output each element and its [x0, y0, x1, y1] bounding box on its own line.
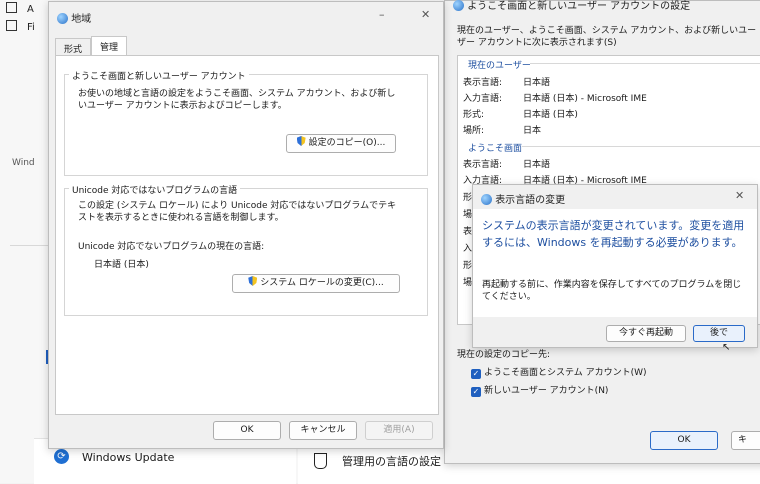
- welcome-group-title: ようこそ画面と新しいユーザー アカウント: [69, 69, 249, 82]
- uac-shield-icon: [296, 136, 306, 146]
- later-button[interactable]: 後で: [693, 325, 745, 342]
- divider: [10, 245, 48, 246]
- welcome-intro: 現在のユーザー、ようこそ画面、システム アカウント、および新しいユーザー アカウ…: [457, 26, 757, 48]
- main-message: システムの表示言語が変更されています。変更を適用するには、Windows を再起…: [482, 219, 745, 249]
- partial-label: 入: [463, 244, 473, 254]
- region-dialog: 地域 – ✕ 形式 管理 ようこそ画面と新しいユーザー アカウント お使いの地域…: [48, 1, 444, 449]
- partial-label: 形: [463, 193, 473, 203]
- windows-update-icon: ⟳: [54, 449, 69, 464]
- bg-item-1[interactable]: A: [6, 2, 34, 15]
- checkbox-welcome-system[interactable]: ✓ ようこそ画面とシステム アカウント(W): [471, 365, 647, 379]
- change-system-locale-button[interactable]: システム ロケールの変更(C)...: [232, 274, 400, 293]
- sub-message: 再起動する前に、作業内容を保存してすべてのプログラムを閉じてください。: [482, 280, 742, 302]
- header-rule-2: [522, 146, 760, 147]
- partial-label: 表: [463, 227, 473, 237]
- copy-to-label: 現在の設定のコピー先:: [457, 350, 551, 360]
- checkbox-checked-icon: ✓: [471, 369, 481, 379]
- close-icon[interactable]: ✕: [421, 8, 430, 21]
- row-display-lang: 表示言語: 日本語: [463, 78, 551, 88]
- region-apply-button[interactable]: 適用(A): [365, 421, 433, 440]
- globe-icon: [57, 13, 68, 24]
- unicode-group-title: Unicode 対応ではないプログラムの言語: [69, 183, 241, 196]
- admin-tab-panel: ようこそ画面と新しいユーザー アカウント お使いの地域と言語の設定をようこそ画面…: [55, 55, 439, 415]
- globe-icon: [481, 194, 492, 205]
- welcome-dialog-title: ようこそ画面と新しいユーザー アカウントの設定: [453, 0, 690, 12]
- change-dialog-title: 表示言語の変更: [481, 191, 565, 206]
- admin-lang-label: 管理用の言語の設定: [342, 455, 441, 468]
- current-user-header: 現在のユーザー: [468, 61, 531, 71]
- welcome-screen-header: ようこそ画面: [468, 144, 523, 154]
- checkbox-checked-icon: ✓: [471, 387, 481, 397]
- globe-icon: [453, 0, 464, 11]
- close-icon[interactable]: ✕: [735, 189, 744, 202]
- partial-label: 形: [463, 261, 473, 271]
- partial-rows: 形 場 表 入 形 場: [463, 190, 472, 292]
- region-cancel-button[interactable]: キャンセル: [289, 421, 357, 440]
- row-welcome-display: 表示言語: 日本語: [463, 160, 551, 170]
- partial-label: 場: [463, 278, 473, 288]
- row-input-lang: 入力言語: 日本語 (日本) - Microsoft IME: [463, 94, 647, 104]
- current-user-rows: 表示言語: 日本語 入力言語: 日本語 (日本) - Microsoft IME 形…: [463, 75, 647, 139]
- checkbox-new-user[interactable]: ✓ 新しいユーザー アカウント(N): [471, 383, 608, 397]
- bg-item-2[interactable]: Fi: [6, 20, 35, 33]
- restart-now-button[interactable]: 今すぐ再起動: [606, 325, 686, 342]
- shield-icon: [314, 453, 327, 469]
- current-lang-value: 日本語 (日本): [94, 260, 149, 270]
- welcome-cancel-button[interactable]: キ: [731, 431, 760, 450]
- app-icon: [6, 2, 17, 13]
- unicode-group-desc: この設定 (システム ロケール) により Unicode 対応ではないプログラム…: [78, 201, 397, 223]
- region-ok-button[interactable]: OK: [213, 421, 281, 440]
- header-rule: [530, 63, 760, 64]
- row-format: 形式: 日本語 (日本): [463, 110, 578, 120]
- current-lang-label: Unicode 対応でないプログラムの現在の言語:: [78, 242, 265, 252]
- change-language-dialog: 表示言語の変更 ✕ システムの表示言語が変更されています。変更を適用するには、W…: [472, 184, 758, 348]
- windows-update-label: Windows Update: [82, 451, 175, 464]
- uac-shield-icon: [248, 276, 258, 286]
- minimize-icon[interactable]: –: [379, 8, 385, 21]
- mouse-cursor-icon: ↖: [722, 342, 731, 353]
- region-dialog-title: 地域: [57, 10, 91, 25]
- copy-settings-button[interactable]: 設定のコピー(O)...: [286, 134, 396, 153]
- welcome-group-desc: お使いの地域と言語の設定をようこそ画面、システム アカウント、および新しいユーザ…: [78, 89, 396, 111]
- row-location: 場所: 日本: [463, 126, 542, 136]
- folder-icon: [6, 20, 17, 31]
- bg-window-label: Wind: [12, 158, 35, 168]
- welcome-ok-button[interactable]: OK: [650, 431, 718, 450]
- partial-label: 場: [463, 210, 473, 220]
